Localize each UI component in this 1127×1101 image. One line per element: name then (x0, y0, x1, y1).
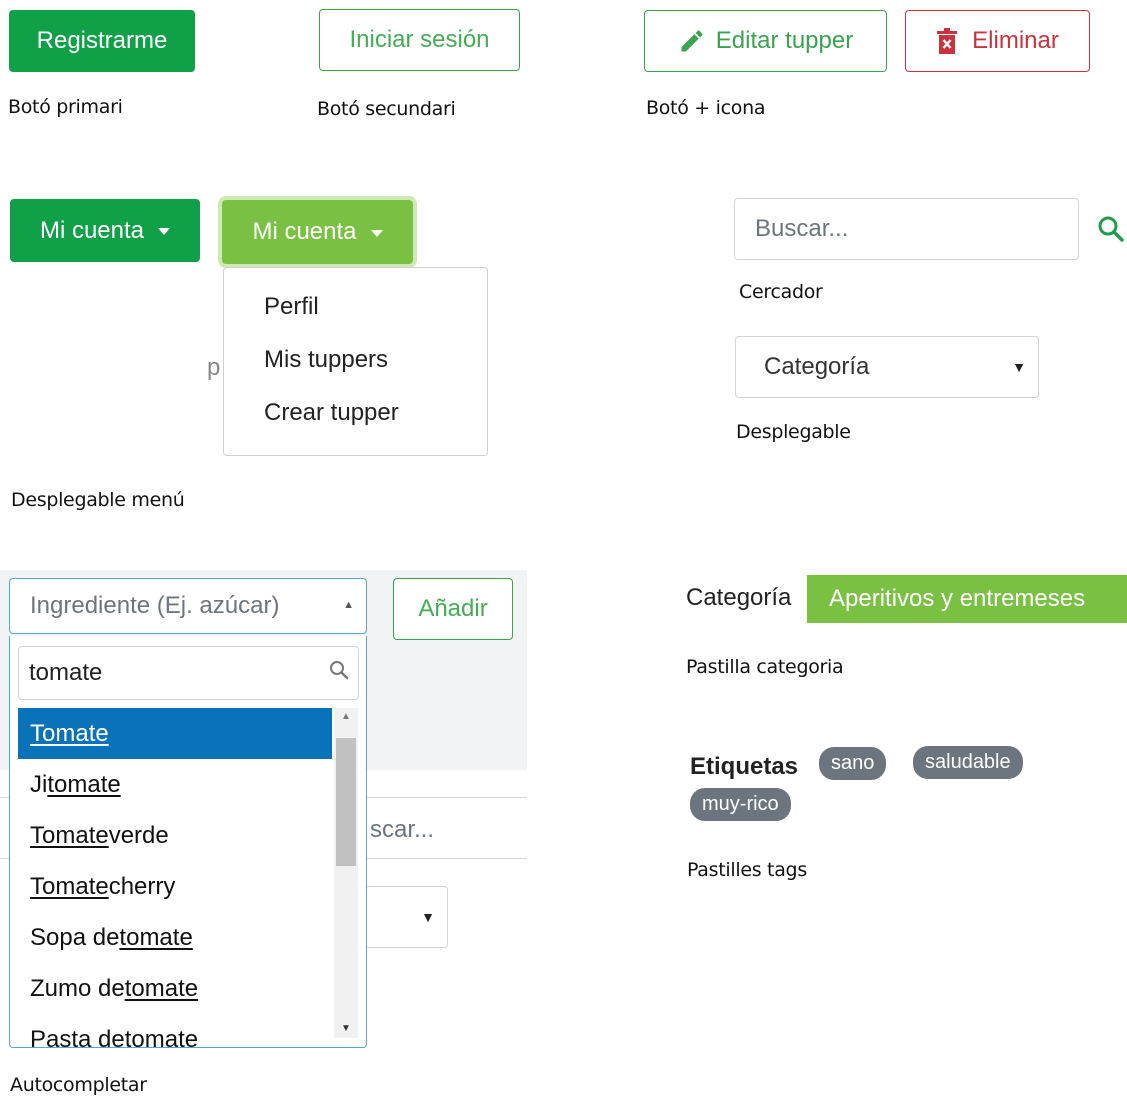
delete-button[interactable]: Eliminar (905, 10, 1090, 72)
account-label: Mi cuenta (39, 216, 145, 244)
autocomplete-option[interactable]: Tomate (18, 708, 332, 759)
chevron-down-icon: ▼ (421, 909, 435, 925)
caret-up-icon: ▲ (343, 599, 354, 611)
autocomplete-results: Tomate Ji tomate Tomate verde Tomate cher… (18, 708, 332, 1048)
login-button[interactable]: Iniciar sesión (319, 9, 520, 71)
scroll-up-icon[interactable]: ▲ (341, 711, 351, 722)
caption-icon: Botó + icona (646, 97, 766, 119)
caption-secondary: Botó secundari (317, 98, 456, 120)
caption-tags: Pastilles tags (687, 859, 807, 881)
caption-primary: Botó primari (8, 96, 123, 118)
obscured-text: p (207, 354, 221, 381)
category-select-value: Categoría (764, 353, 870, 380)
caption-menu: Desplegable menú (11, 489, 185, 511)
register-button[interactable]: Registrarme (9, 10, 195, 72)
account-label-open: Mi cuenta (252, 218, 357, 245)
menu-item-profile[interactable]: Perfil (264, 293, 319, 321)
search-input[interactable]: Buscar... (734, 198, 1079, 260)
trash-icon (937, 28, 958, 54)
search-icon[interactable] (1096, 214, 1126, 244)
autocomplete-dropdown: tomate Tomate Ji tomate Tomate verde Toma… (9, 636, 367, 1048)
delete-label: Eliminar (972, 27, 1059, 54)
edit-tupper-label: Editar tupper (715, 27, 854, 54)
edit-tupper-button[interactable]: Editar tupper (644, 10, 887, 72)
tags-label: Etiquetas (690, 753, 799, 780)
autocomplete-option[interactable]: Ji tomate (18, 759, 332, 810)
account-dropdown-button-open[interactable]: Mi cuenta (222, 200, 413, 264)
autocomplete-scrollbar[interactable]: ▲ ▼ (334, 708, 358, 1038)
tag-badge: saludable (913, 746, 1023, 779)
scrollbar-thumb[interactable] (336, 738, 356, 866)
tag-badge: sano (819, 747, 887, 780)
category-pill: Aperitivos y entremeses (807, 575, 1127, 623)
caption-search: Cercador (739, 281, 823, 303)
autocomplete-option[interactable]: Tomate cherry (18, 861, 332, 912)
add-ingredient-button[interactable]: Añadir (393, 578, 513, 640)
chevron-down-icon: ▼ (1012, 359, 1026, 375)
caption-category-pill: Pastilla categoria (686, 656, 844, 678)
autocomplete-option[interactable]: Sopa de tomate (18, 912, 332, 963)
search-icon (330, 661, 349, 680)
menu-item-my-tuppers[interactable]: Mis tuppers (264, 346, 388, 374)
search-placeholder: Buscar... (755, 215, 849, 242)
autocomplete-option[interactable]: Pasta de tomate (18, 1014, 332, 1048)
caret-down-icon (370, 229, 383, 237)
category-select[interactable]: Categoría ▼ (735, 336, 1039, 398)
autocomplete-search-field[interactable]: tomate (18, 646, 359, 700)
ingredient-input[interactable]: Ingrediente (Ej. azúcar) ▲ (9, 578, 367, 634)
account-dropdown-menu: Perfil Mis tuppers Crear tupper (223, 267, 488, 456)
caption-select: Desplegable (736, 421, 851, 443)
background-search-fragment: scar... (370, 816, 435, 843)
autocomplete-option[interactable]: Tomate verde (18, 810, 332, 861)
account-dropdown-button[interactable]: Mi cuenta (10, 199, 200, 262)
autocomplete-query: tomate (29, 659, 103, 686)
tag-badge: muy-rico (690, 788, 791, 821)
ingredient-placeholder: Ingrediente (Ej. azúcar) (30, 592, 280, 619)
pencil-icon (681, 30, 703, 52)
autocomplete-option[interactable]: Zumo de tomate (18, 963, 332, 1014)
scroll-down-icon[interactable]: ▼ (341, 1023, 351, 1034)
menu-item-create-tupper[interactable]: Crear tupper (264, 399, 399, 427)
caret-down-icon (158, 228, 171, 235)
category-label: Categoría (686, 584, 792, 611)
caption-autocomplete: Autocompletar (10, 1074, 147, 1096)
